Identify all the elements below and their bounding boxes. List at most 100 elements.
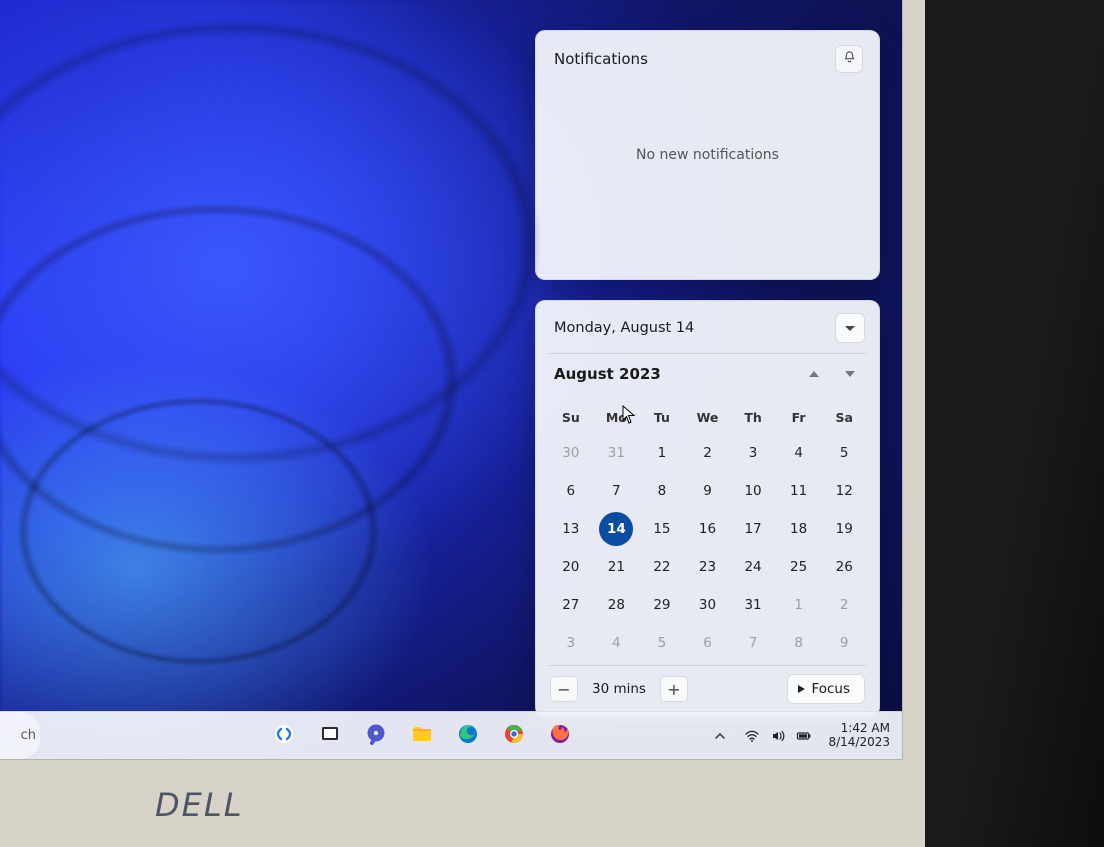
- bell-settings-icon: [842, 50, 857, 69]
- notifications-settings-button[interactable]: [835, 45, 863, 73]
- calendar-day[interactable]: 25: [782, 550, 816, 584]
- calendar-day[interactable]: 7: [736, 626, 770, 660]
- calendar-day[interactable]: 12: [827, 474, 861, 508]
- taskbar-pinned-apps: [265, 717, 579, 755]
- monitor-bezel: DELL Notifications N: [0, 0, 925, 847]
- taskbar-edge-button[interactable]: [449, 717, 487, 755]
- edge-icon: [456, 722, 480, 750]
- calendar-day[interactable]: 29: [645, 588, 679, 622]
- calendar-day[interactable]: 4: [782, 436, 816, 470]
- calendar-day[interactable]: 20: [554, 550, 588, 584]
- calendar-day[interactable]: 5: [827, 436, 861, 470]
- calendar-day[interactable]: 11: [782, 474, 816, 508]
- calendar-day[interactable]: 30: [554, 436, 588, 470]
- firefox-icon: [548, 722, 572, 750]
- calendar-day[interactable]: 9: [827, 626, 861, 660]
- calendar-day[interactable]: 6: [554, 474, 588, 508]
- calendar-day-selected[interactable]: 14: [599, 512, 633, 546]
- calendar-day[interactable]: 1: [645, 436, 679, 470]
- calendar-day[interactable]: 4: [599, 626, 633, 660]
- plus-icon: +: [667, 680, 680, 699]
- calendar-day[interactable]: 3: [554, 626, 588, 660]
- calendar-day[interactable]: 18: [782, 512, 816, 546]
- calendar-month-year[interactable]: August 2023: [554, 365, 661, 383]
- taskbar-explorer-button[interactable]: [403, 717, 441, 755]
- calendar-weekday-header: Fr: [776, 404, 822, 433]
- focus-duration-label: 30 mins: [592, 681, 646, 697]
- calendar-day[interactable]: 31: [736, 588, 770, 622]
- calendar-panel: Monday, August 14 August 2023: [535, 300, 880, 717]
- chat-icon: [364, 722, 388, 750]
- taskbar-copilot-button[interactable]: [265, 717, 303, 755]
- calendar-day[interactable]: 1: [782, 588, 816, 622]
- calendar-day[interactable]: 28: [599, 588, 633, 622]
- calendar-day[interactable]: 9: [690, 474, 724, 508]
- focus-start-button[interactable]: Focus: [787, 674, 865, 704]
- photo-background: DELL Notifications N: [0, 0, 1104, 847]
- calendar-collapse-button[interactable]: [835, 313, 865, 343]
- tray-time: 1:42 AM: [828, 722, 890, 736]
- calendar-day[interactable]: 2: [690, 436, 724, 470]
- battery-icon: [796, 728, 812, 744]
- calendar-day[interactable]: 27: [554, 588, 588, 622]
- play-icon: [798, 685, 805, 693]
- calendar-day[interactable]: 17: [736, 512, 770, 546]
- notifications-title: Notifications: [554, 50, 648, 68]
- calendar-day[interactable]: 2: [827, 588, 861, 622]
- calendar-grid: SuMoTuWeThFrSa30311234567891011121314151…: [536, 398, 879, 665]
- monitor-brand-label: DELL: [155, 786, 244, 824]
- calendar-next-month-button[interactable]: [835, 360, 865, 388]
- calendar-full-date: Monday, August 14: [554, 320, 694, 336]
- chevron-down-icon: [845, 326, 855, 331]
- folder-icon: [410, 722, 434, 750]
- focus-increase-button[interactable]: +: [660, 676, 688, 702]
- taskbar-chat-button[interactable]: [357, 717, 395, 755]
- mouse-cursor-icon: [622, 405, 636, 425]
- calendar-weekday-header: We: [685, 404, 731, 433]
- calendar-weekday-header: Sa: [821, 404, 867, 433]
- calendar-day[interactable]: 10: [736, 474, 770, 508]
- focus-duration-stepper: − 30 mins +: [550, 676, 688, 702]
- chrome-icon: [502, 722, 526, 750]
- notifications-panel: Notifications No new notifications: [535, 30, 880, 280]
- calendar-day[interactable]: 26: [827, 550, 861, 584]
- calendar-day[interactable]: 8: [645, 474, 679, 508]
- calendar-day[interactable]: 15: [645, 512, 679, 546]
- calendar-weekday-header: Mo: [594, 404, 640, 433]
- calendar-day[interactable]: 7: [599, 474, 633, 508]
- calendar-day[interactable]: 16: [690, 512, 724, 546]
- calendar-day[interactable]: 6: [690, 626, 724, 660]
- taskbar-search-fragment[interactable]: ch: [0, 712, 40, 759]
- tray-overflow-button[interactable]: [712, 728, 728, 744]
- tray-date: 8/14/2023: [828, 736, 890, 750]
- calendar-day[interactable]: 5: [645, 626, 679, 660]
- copilot-icon: [272, 722, 296, 750]
- focus-decrease-button[interactable]: −: [550, 676, 578, 702]
- tray-quick-settings[interactable]: [738, 728, 818, 744]
- volume-icon: [770, 728, 786, 744]
- triangle-down-icon: [845, 371, 855, 377]
- calendar-day[interactable]: 19: [827, 512, 861, 546]
- calendar-day[interactable]: 21: [599, 550, 633, 584]
- divider: [548, 353, 867, 354]
- taskbar-firefox-button[interactable]: [541, 717, 579, 755]
- focus-button-label: Focus: [811, 681, 850, 697]
- calendar-weekday-header: Th: [730, 404, 776, 433]
- calendar-day[interactable]: 30: [690, 588, 724, 622]
- calendar-day[interactable]: 23: [690, 550, 724, 584]
- taskbar-taskview-button[interactable]: [311, 717, 349, 755]
- taskbar-chrome-button[interactable]: [495, 717, 533, 755]
- calendar-day[interactable]: 22: [645, 550, 679, 584]
- calendar-day[interactable]: 24: [736, 550, 770, 584]
- calendar-day[interactable]: 13: [554, 512, 588, 546]
- divider: [548, 665, 867, 666]
- calendar-prev-month-button[interactable]: [799, 360, 829, 388]
- taskbar: ch: [0, 711, 902, 759]
- tray-clock[interactable]: 1:42 AM 8/14/2023: [828, 722, 894, 750]
- calendar-day[interactable]: 31: [599, 436, 633, 470]
- triangle-up-icon: [809, 371, 819, 377]
- calendar-day[interactable]: 8: [782, 626, 816, 660]
- calendar-day[interactable]: 3: [736, 436, 770, 470]
- notifications-empty-text: No new notifications: [636, 147, 779, 163]
- wifi-icon: [744, 728, 760, 744]
